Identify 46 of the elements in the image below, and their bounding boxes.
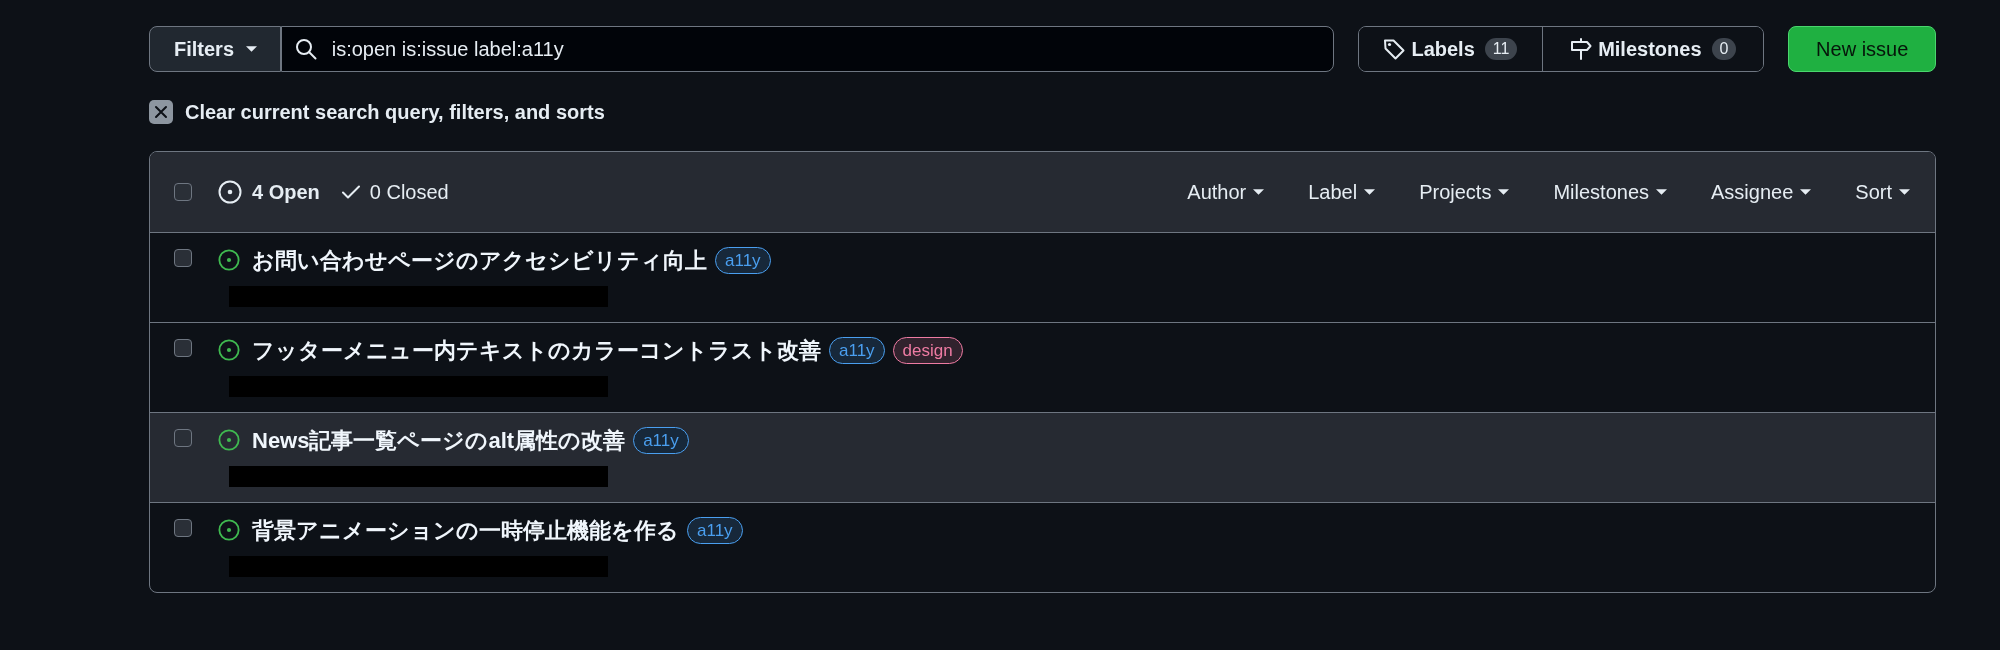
close-icon (149, 100, 173, 124)
issue-title-link[interactable]: フッターメニュー内テキストのカラーコントラスト改善 (252, 333, 821, 367)
caret-icon (1800, 189, 1812, 195)
circle-dot-icon (218, 519, 240, 541)
filter-menu-button[interactable]: Milestones (1553, 177, 1668, 207)
label-tag[interactable]: design (892, 336, 963, 364)
issue-title-link[interactable]: 背景アニメーションの一時停止機能を作る (252, 513, 679, 547)
milestone-count: 0 (1711, 38, 1737, 60)
caret-icon (1656, 189, 1668, 195)
checkbox[interactable] (174, 339, 192, 357)
filter-menu-button[interactable]: Projects (1419, 177, 1510, 207)
label-count: 11 (1484, 38, 1518, 60)
tag-icon (1383, 38, 1406, 60)
circle-dot-icon (218, 339, 240, 361)
new-issue-button[interactable]: New issue (1788, 26, 1936, 72)
caret-icon (246, 46, 258, 52)
caret-icon (1253, 189, 1265, 195)
caret-icon (1498, 189, 1510, 195)
issue-title-link[interactable]: お問い合わせページのアクセシビリティ向上 (252, 243, 707, 277)
label-tag[interactable]: a11y (829, 336, 885, 364)
filters-button[interactable]: Filters (149, 26, 281, 72)
circle-dot-icon (218, 180, 242, 204)
issue-state-tab[interactable]: 0 Closed (341, 177, 449, 207)
label-tag[interactable]: a11y (687, 516, 743, 544)
clear-filters-button[interactable]: Clear current search query, filters, and sorts (149, 100, 605, 124)
filter-menu-button[interactable]: Label (1308, 177, 1376, 207)
search-icon (294, 38, 317, 60)
checkbox[interactable] (174, 519, 192, 537)
checkbox[interactable] (174, 249, 192, 267)
milestones-button[interactable]: Milestones 0 (1542, 27, 1764, 71)
search-field[interactable]: is:open is:issue label:a11y (280, 26, 1334, 72)
checkbox[interactable] (174, 183, 192, 201)
label-tag[interactable]: a11y (633, 426, 689, 454)
issue-state-tab[interactable]: 4 Open (218, 177, 320, 207)
caret-icon (1899, 189, 1910, 195)
checkbox[interactable] (174, 429, 192, 447)
issue-title-link[interactable]: News記事一覧ページのalt属性の改善 (252, 423, 626, 457)
check-icon (341, 185, 360, 199)
signpost-icon (1570, 38, 1593, 60)
filter-menu-button[interactable]: Sort (1855, 177, 1910, 207)
caret-icon (1364, 189, 1376, 195)
filter-menu-button[interactable]: Assignee (1711, 177, 1812, 207)
circle-dot-icon (218, 429, 240, 451)
filter-menu-button[interactable]: Author (1187, 177, 1265, 207)
circle-dot-icon (218, 249, 240, 271)
label-tag[interactable]: a11y (715, 246, 771, 274)
